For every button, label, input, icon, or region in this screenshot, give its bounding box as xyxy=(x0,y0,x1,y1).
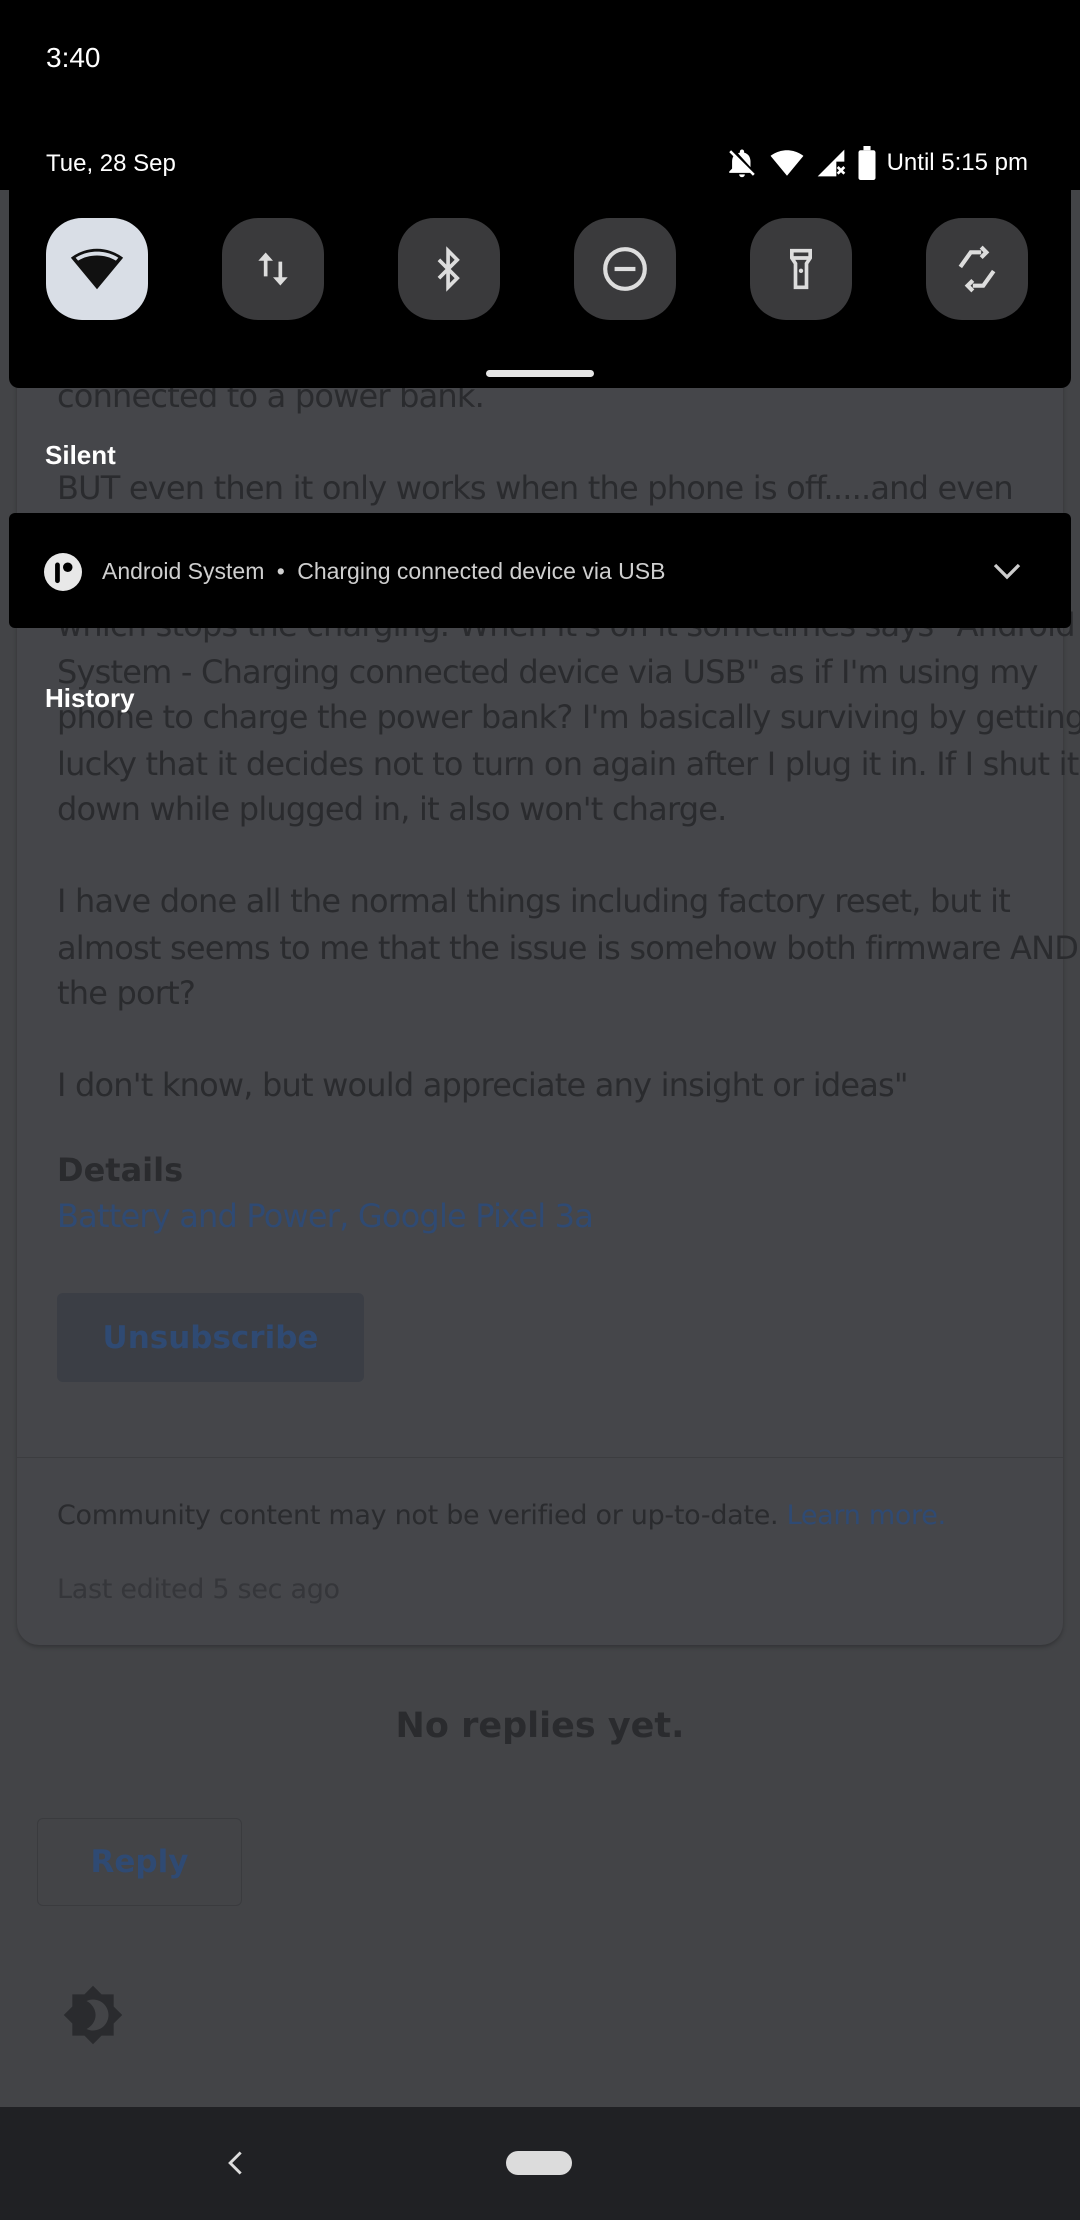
tile-wifi[interactable] xyxy=(46,218,148,320)
tile-do-not-disturb[interactable] xyxy=(574,218,676,320)
history-button[interactable]: History xyxy=(45,683,135,714)
dnd-bell-off-icon xyxy=(728,149,755,178)
post-line: down while plugged in, it also won't cha… xyxy=(57,790,727,828)
home-pill[interactable] xyxy=(506,2151,572,2175)
post-line: I have done all the normal things includ… xyxy=(57,882,1011,920)
disclaimer-text: Community content may not be verified or… xyxy=(57,1500,779,1531)
notification-android-system[interactable]: Android System • Charging connected devi… xyxy=(9,513,1071,628)
clock: 3:40 xyxy=(46,42,101,73)
wifi-icon xyxy=(770,150,804,176)
post-line: lucky that it decides not to turn on aga… xyxy=(57,745,1079,783)
battery-icon xyxy=(858,146,876,180)
post-line: BUT even then it only works when the pho… xyxy=(57,469,1014,507)
unsubscribe-button[interactable]: Unsubscribe xyxy=(57,1293,364,1382)
disclaimer: Community content may not be verified or… xyxy=(57,1500,946,1531)
shade-drag-handle[interactable] xyxy=(486,370,594,377)
signal-no-sim-icon xyxy=(817,149,845,177)
expand-chevron-down-icon[interactable] xyxy=(989,553,1025,589)
post-line: the port? xyxy=(57,974,196,1012)
quick-settings-panel xyxy=(9,150,1071,388)
tile-bluetooth[interactable] xyxy=(398,218,500,320)
notification-message: Charging connected device via USB xyxy=(297,558,666,584)
brightness-icon[interactable] xyxy=(62,1984,124,2046)
rotate-icon xyxy=(958,245,996,293)
details-link[interactable]: Battery and Power, Google Pixel 3a xyxy=(57,1197,594,1235)
reply-button[interactable]: Reply xyxy=(37,1818,242,1906)
back-icon[interactable] xyxy=(222,2147,250,2179)
details-label: Details xyxy=(57,1151,184,1189)
last-edited: Last edited 5 sec ago xyxy=(57,1574,340,1605)
learn-more-link[interactable]: Learn more. xyxy=(787,1500,947,1531)
post-line: almost seems to me that the issue is som… xyxy=(57,929,1079,967)
battery-text: Until 5:15 pm xyxy=(886,149,1028,176)
post-line: I don't know, but would appreciate any i… xyxy=(57,1066,909,1104)
notification-text: Android System • Charging connected devi… xyxy=(102,558,665,585)
tile-auto-rotate[interactable] xyxy=(926,218,1028,320)
reply-label: Reply xyxy=(90,1844,189,1880)
post-line: System - Charging connected device via U… xyxy=(57,653,1039,691)
date[interactable]: Tue, 28 Sep xyxy=(46,150,176,178)
flashlight-icon xyxy=(790,248,812,290)
navigation-bar xyxy=(0,2107,1080,2220)
wifi-icon xyxy=(70,248,124,290)
divider xyxy=(17,1457,1063,1458)
section-silent: Silent xyxy=(45,440,116,470)
post-line: phone to charge the power bank? I'm basi… xyxy=(57,698,1080,736)
notification-separator: • xyxy=(276,558,285,584)
dnd-icon xyxy=(603,247,647,291)
status-icons: Until 5:15 pm xyxy=(725,146,1028,180)
tile-flashlight[interactable] xyxy=(750,218,852,320)
notification-app: Android System xyxy=(102,558,265,584)
android-system-icon xyxy=(44,553,82,591)
data-arrows-icon xyxy=(258,252,288,286)
unsubscribe-label: Unsubscribe xyxy=(102,1319,319,1356)
bluetooth-icon xyxy=(437,246,460,292)
tile-mobile-data[interactable] xyxy=(222,218,324,320)
no-replies: No replies yet. xyxy=(395,1706,685,1746)
